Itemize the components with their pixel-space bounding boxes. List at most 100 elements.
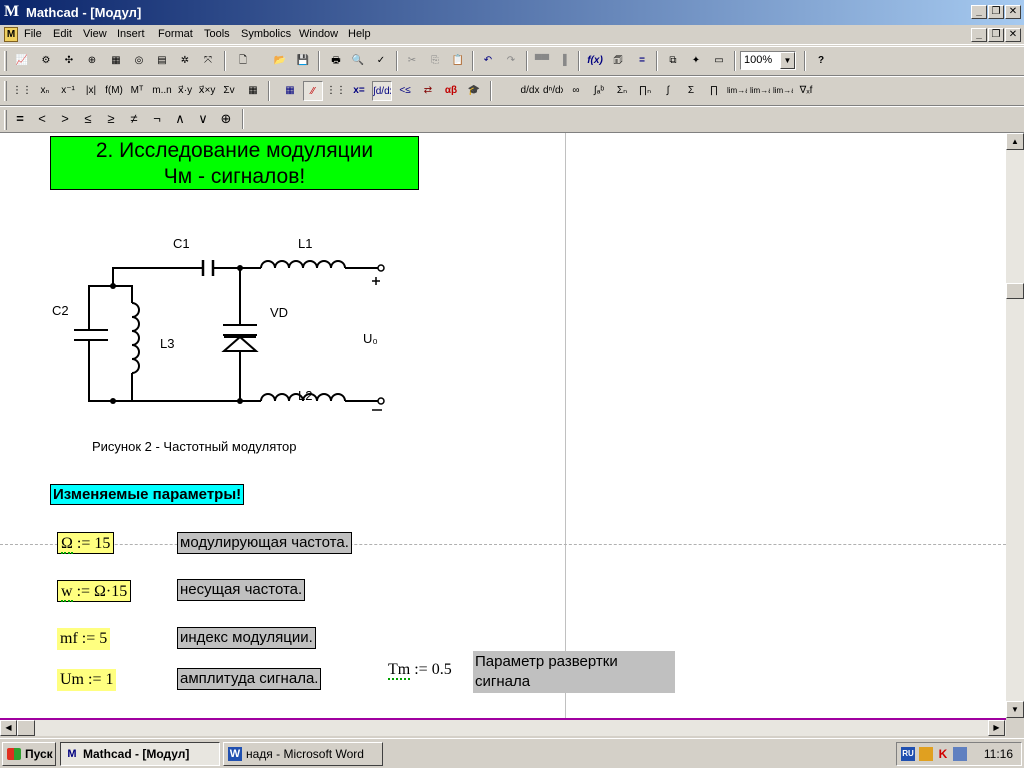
- bool-not-equal-icon[interactable]: ≠: [124, 109, 144, 129]
- indefinite-integral-icon[interactable]: ∫: [658, 81, 678, 101]
- derivative-icon[interactable]: d/dx: [520, 81, 540, 101]
- bool-greater-icon[interactable]: >: [55, 109, 75, 129]
- programming-toolbar-icon[interactable]: ◎: [129, 51, 149, 71]
- matrix-toolbar-icon[interactable]: ⚙: [36, 51, 56, 71]
- save-icon[interactable]: 💾: [293, 51, 313, 71]
- vectorize-icon[interactable]: f(M): [104, 81, 124, 101]
- bool-greater-equal-icon[interactable]: ≥: [101, 109, 121, 129]
- abs-icon[interactable]: |x|: [81, 81, 101, 101]
- tm-note[interactable]: Параметр развертки сигнала: [473, 651, 675, 693]
- range-product-icon[interactable]: ∏: [704, 81, 724, 101]
- cut-icon[interactable]: ✂: [402, 51, 422, 71]
- omega-note[interactable]: модулирующая частота.: [177, 532, 352, 554]
- calculus-palette-icon[interactable]: ∫d/dx: [372, 81, 392, 101]
- bool-not-icon[interactable]: ¬: [147, 109, 167, 129]
- chevron-down-icon[interactable]: ▼: [780, 52, 795, 69]
- paste-icon[interactable]: 📋: [448, 51, 468, 71]
- scroll-left-button[interactable]: ◀: [0, 720, 17, 736]
- left-limit-icon[interactable]: lim→a-: [773, 81, 793, 101]
- redo-icon[interactable]: ↷: [501, 51, 521, 71]
- graph-toolbar-icon[interactable]: 📈: [12, 51, 32, 71]
- insert-hyperlink-icon[interactable]: ⧉: [663, 51, 683, 71]
- infinity-icon[interactable]: ∞: [566, 81, 586, 101]
- print-preview-icon[interactable]: 🔍: [348, 51, 368, 71]
- task-mathcad[interactable]: M Mathcad - [Модул]: [60, 742, 220, 766]
- subscript-icon[interactable]: xₙ: [35, 81, 55, 101]
- run-mathconnex-icon[interactable]: ▭: [709, 51, 729, 71]
- range-sum-icon[interactable]: Σ: [681, 81, 701, 101]
- mf-definition[interactable]: mf := 5: [57, 628, 111, 650]
- greek-toolbar-icon[interactable]: ▤: [152, 51, 172, 71]
- w-note[interactable]: несущая частота.: [177, 579, 306, 601]
- right-limit-icon[interactable]: lim→a+: [750, 81, 770, 101]
- transpose-icon[interactable]: Mᵀ: [127, 81, 147, 101]
- menu-format[interactable]: Format: [158, 28, 193, 40]
- calculus-toolbar-icon[interactable]: ⊕: [82, 51, 102, 71]
- document-icon[interactable]: M: [4, 27, 18, 42]
- greek-palette-icon[interactable]: αβ: [441, 81, 461, 101]
- inverse-icon[interactable]: x⁻¹: [58, 81, 78, 101]
- doc-close-button[interactable]: ✕: [1005, 28, 1021, 42]
- w-definition[interactable]: w := Ω·15: [57, 580, 132, 602]
- calculator-toolbar-icon[interactable]: ▦: [280, 81, 300, 101]
- vector-field-icon[interactable]: ∇ₓf: [796, 81, 816, 101]
- evaluation-palette-icon[interactable]: x=: [349, 81, 369, 101]
- range-icon[interactable]: m..n: [150, 81, 174, 101]
- horizontal-scroll-thumb[interactable]: [17, 720, 35, 736]
- horizontal-scrollbar[interactable]: ◀ ▶: [0, 718, 1006, 736]
- vector-sum-icon[interactable]: Σv: [219, 81, 239, 101]
- restore-button[interactable]: ❐: [988, 5, 1004, 19]
- vertical-scrollbar[interactable]: ▲ ▼: [1006, 133, 1024, 718]
- task-word[interactable]: W надя - Microsoft Word: [223, 742, 383, 766]
- matrix-palette-icon[interactable]: ⋮⋮: [326, 81, 346, 101]
- bool-less-equal-icon[interactable]: ≤: [78, 109, 98, 129]
- minimize-button[interactable]: _: [971, 5, 987, 19]
- doc-restore-button[interactable]: ❐: [988, 28, 1004, 42]
- align-down-icon[interactable]: ▐: [553, 51, 573, 71]
- symbolic-palette-icon[interactable]: 🎓: [464, 81, 484, 101]
- print-icon[interactable]: 🖶: [326, 51, 346, 71]
- params-heading[interactable]: Изменяемые параметры!: [50, 484, 245, 505]
- new-icon[interactable]: 🗋: [233, 51, 253, 71]
- calculate-icon[interactable]: =: [632, 51, 652, 71]
- graph-palette-icon[interactable]: ⁄⁄: [303, 81, 323, 101]
- start-button[interactable]: Пуск: [2, 742, 56, 766]
- picture-icon[interactable]: ▦: [243, 81, 263, 101]
- cross-product-icon[interactable]: x⃗×y: [196, 81, 218, 101]
- zoom-select[interactable]: 100% ▼: [740, 51, 796, 70]
- definite-integral-icon[interactable]: ∫ₐᵇ: [589, 81, 609, 101]
- scroll-up-button[interactable]: ▲: [1006, 133, 1024, 150]
- menu-tools[interactable]: Tools: [204, 28, 230, 40]
- menu-insert[interactable]: Insert: [117, 28, 145, 40]
- um-note[interactable]: амплитуда сигнала.: [177, 668, 322, 690]
- product-icon[interactable]: ∏ₙ: [635, 81, 655, 101]
- close-button[interactable]: ✕: [1005, 5, 1021, 19]
- nth-derivative-icon[interactable]: dⁿ/dxⁿ: [543, 81, 563, 101]
- symbolic-toolbar-icon[interactable]: ✲: [175, 51, 195, 71]
- toolbar-grip[interactable]: [4, 81, 7, 101]
- bool-or-icon[interactable]: ∨: [193, 109, 213, 129]
- xy-trace-icon[interactable]: ⤧: [198, 51, 218, 71]
- undo-icon[interactable]: ↶: [478, 51, 498, 71]
- boolean-toolbar-icon[interactable]: ▦: [106, 51, 126, 71]
- scroll-right-button[interactable]: ▶: [988, 720, 1005, 736]
- scroll-down-button[interactable]: ▼: [1006, 701, 1024, 718]
- menu-view[interactable]: View: [83, 28, 107, 40]
- spell-check-icon[interactable]: ✓: [371, 51, 391, 71]
- network-icon[interactable]: [953, 747, 967, 761]
- limit-icon[interactable]: lim→a: [727, 81, 747, 101]
- tm-definition[interactable]: Tm := 0.5: [388, 659, 452, 681]
- dot-product-icon[interactable]: x⃗·y: [174, 81, 196, 101]
- modulator-circuit-diagram[interactable]: C1 L1 C2 VD L3 U₀ L2: [50, 233, 395, 433]
- bool-equal-icon[interactable]: =: [10, 109, 30, 129]
- align-across-icon[interactable]: ▀▀: [532, 51, 552, 71]
- programming-palette-icon[interactable]: ⇄: [418, 81, 438, 101]
- component-wizard-icon[interactable]: ✦: [686, 51, 706, 71]
- antivirus-icon[interactable]: K: [936, 747, 950, 761]
- copy-icon[interactable]: ⎘: [425, 51, 445, 71]
- tray-app-icon[interactable]: [919, 747, 933, 761]
- menu-file[interactable]: File: [24, 28, 42, 40]
- menu-edit[interactable]: Edit: [53, 28, 72, 40]
- omega-definition[interactable]: Ω := 15: [57, 532, 115, 554]
- help-icon[interactable]: ?: [811, 51, 831, 71]
